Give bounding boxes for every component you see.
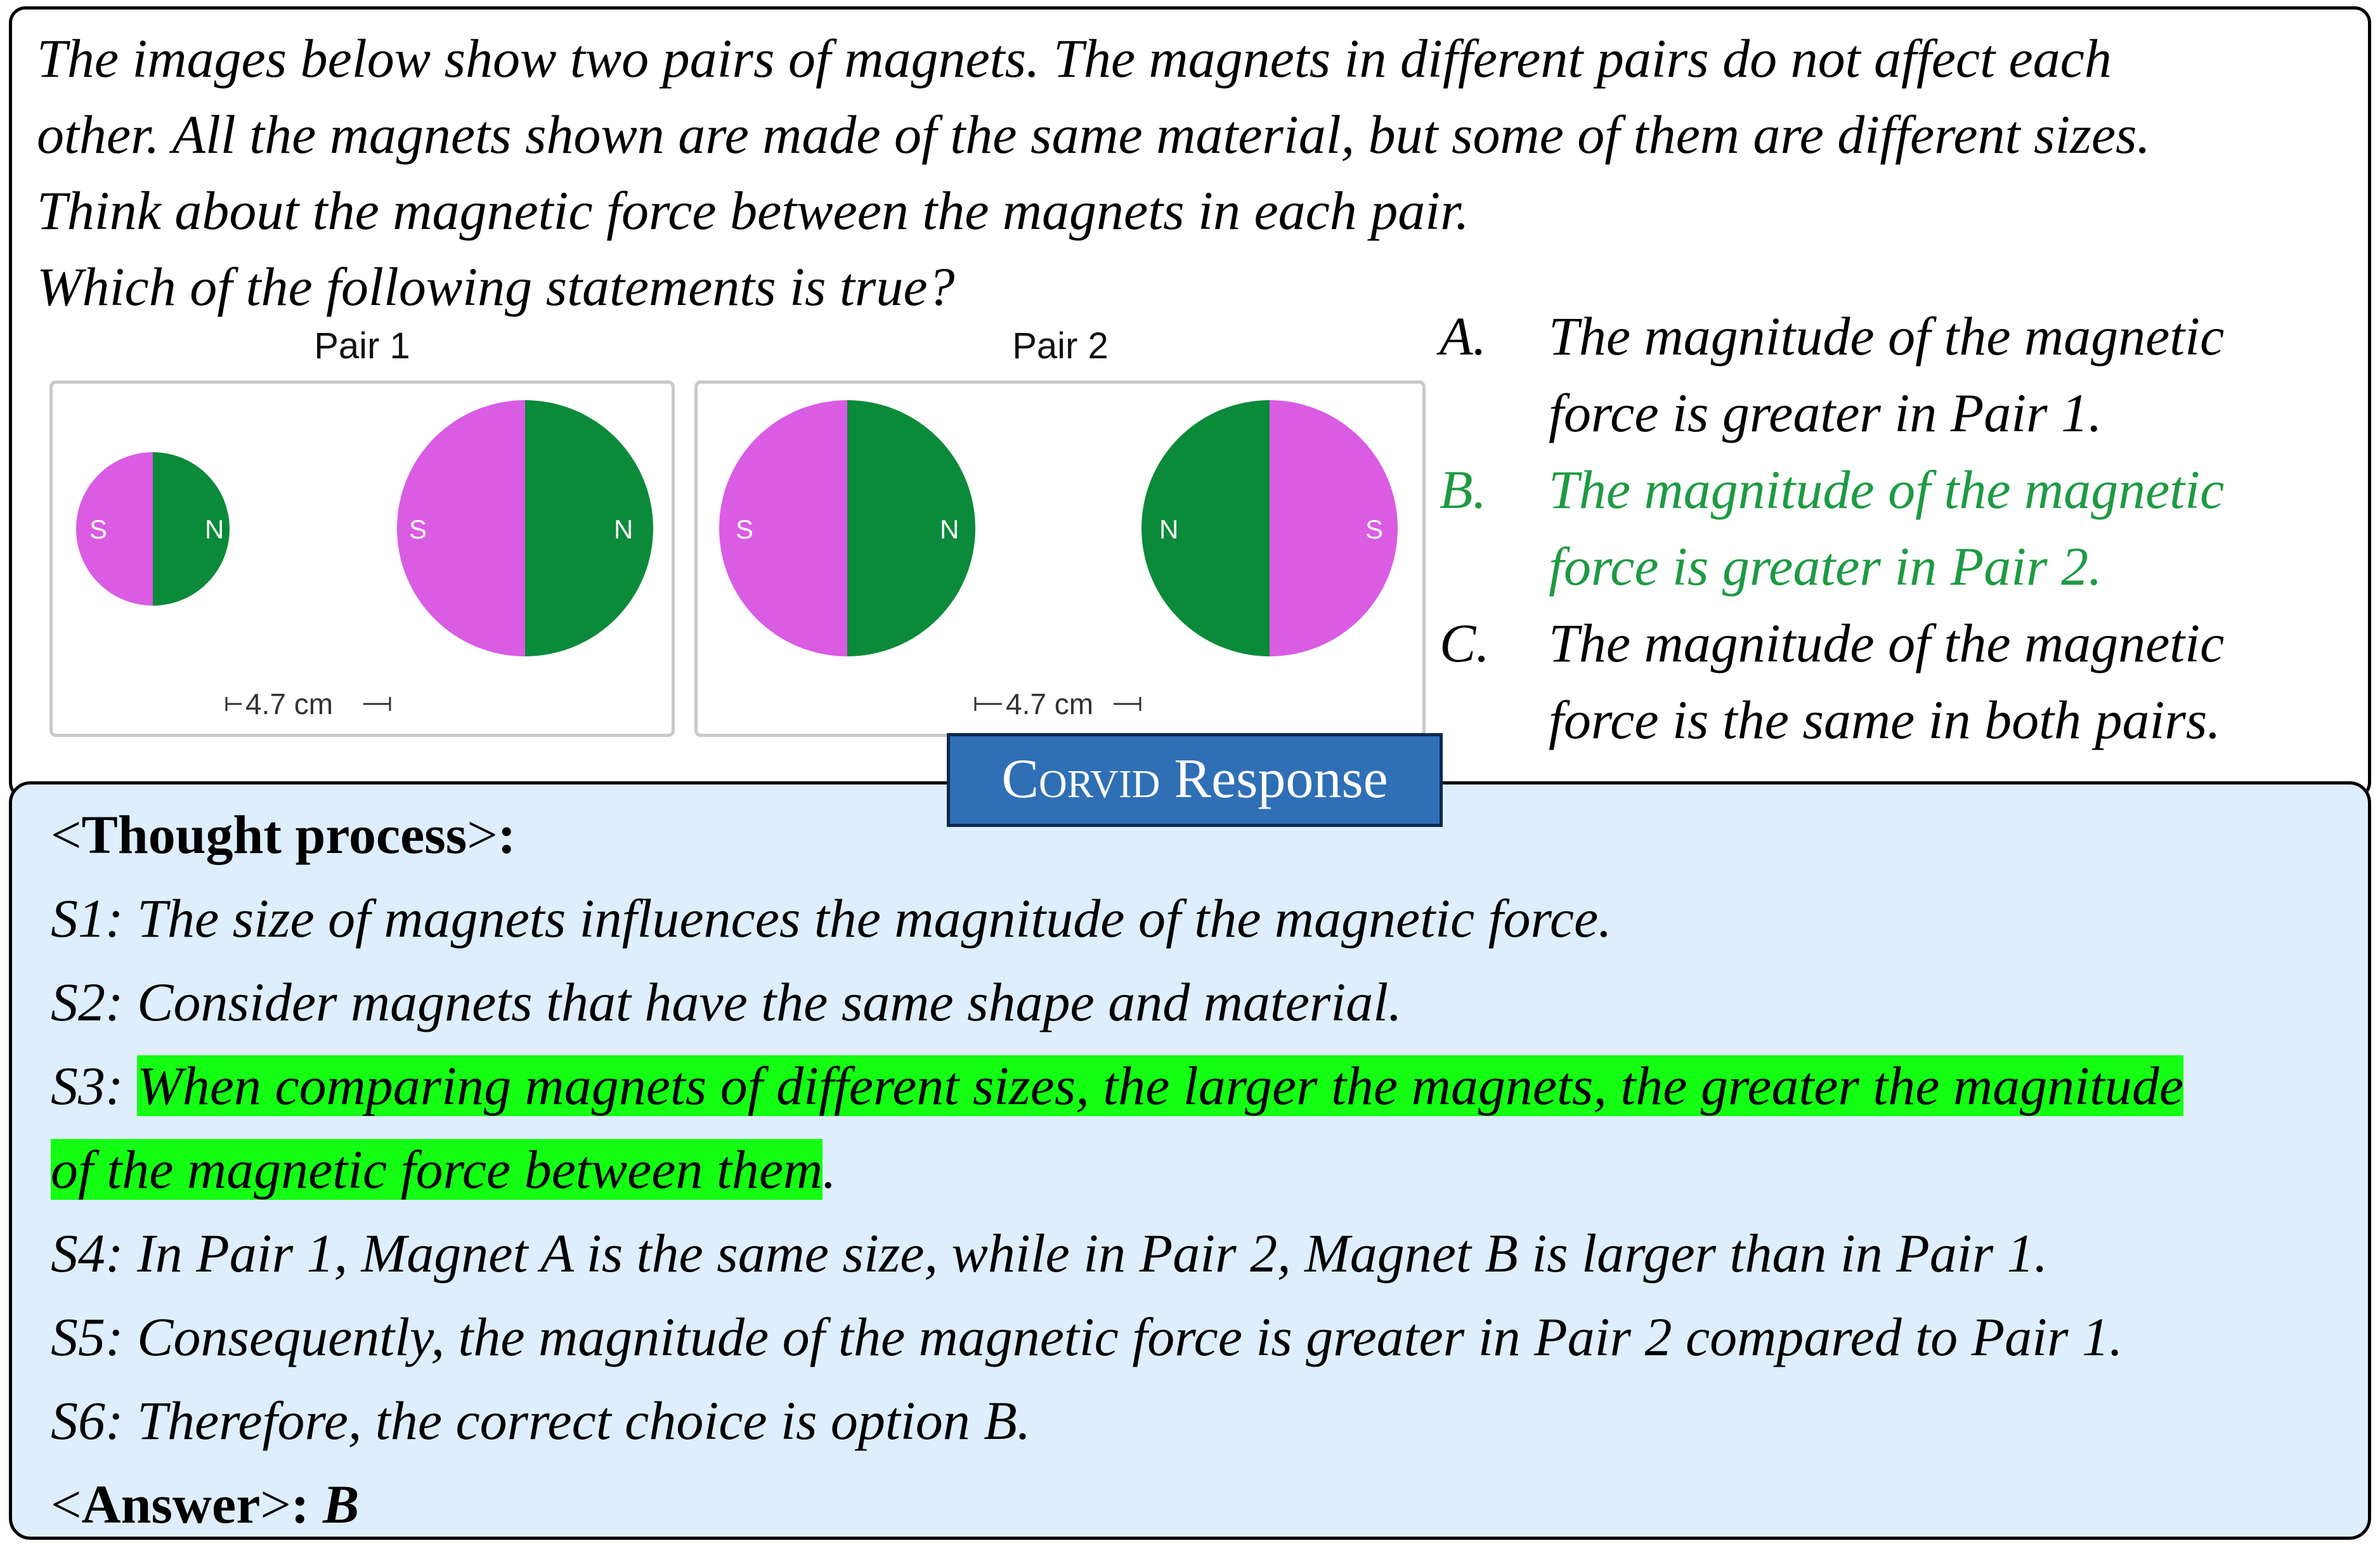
step-id: S6: bbox=[51, 1390, 124, 1451]
step-text: Consider magnets that have the same shap… bbox=[137, 972, 1402, 1032]
option-letter: B. bbox=[1440, 459, 1487, 520]
option-c: C. The magnitude of the magnetic force i… bbox=[1440, 605, 2353, 758]
step-text: . bbox=[823, 1139, 836, 1200]
pole-label: N bbox=[614, 514, 633, 544]
answer-line: <Answer>: B bbox=[51, 1474, 360, 1535]
step-s3: S3: When comparing magnets of different … bbox=[51, 1044, 2346, 1128]
pair1-magnet-left: S N bbox=[76, 452, 230, 606]
step-text: The size of magnets influences the magni… bbox=[137, 888, 1612, 949]
badge-label: Response bbox=[1174, 748, 1388, 810]
pair1-title: Pair 1 bbox=[314, 325, 410, 367]
step-id: S5: bbox=[51, 1306, 124, 1367]
step-s6: S6: Therefore, the correct choice is opt… bbox=[51, 1379, 2346, 1462]
pole-label: S bbox=[89, 514, 107, 544]
pole-label: S bbox=[736, 514, 753, 544]
option-text: The magnitude of the magnetic bbox=[1549, 459, 2225, 520]
pair1-magnet-right: S N bbox=[397, 400, 653, 656]
response-text: <Thought process>: S1: The size of magne… bbox=[51, 793, 2346, 1546]
south-pole-half bbox=[76, 452, 153, 606]
highlighted-text: of the magnetic force between them bbox=[51, 1139, 823, 1200]
option-text: force is greater in Pair 1. bbox=[1549, 382, 2102, 443]
badge-brand: Corvid bbox=[1001, 748, 1161, 810]
step-id: S2: bbox=[51, 972, 124, 1032]
pole-label: S bbox=[1365, 514, 1383, 544]
step-text: Therefore, the correct choice is option … bbox=[137, 1390, 1031, 1451]
pair2-figure: S N N S 4.7 cm bbox=[694, 381, 1426, 737]
option-text: The magnitude of the magnetic bbox=[1549, 306, 2225, 367]
highlighted-text: When comparing magnets of different size… bbox=[137, 1055, 2184, 1116]
pair1-figure: S N S N 4.7 cm bbox=[49, 381, 675, 737]
question-line: other. All the magnets shown are made of… bbox=[37, 104, 2150, 165]
distance-label: 4.7 cm bbox=[245, 687, 333, 720]
step-s1: S1: The size of magnets influences the m… bbox=[51, 876, 2346, 960]
pair2-title: Pair 2 bbox=[1012, 325, 1109, 367]
option-text: The magnitude of the magnetic bbox=[1549, 613, 2225, 673]
option-text: force is greater in Pair 2. bbox=[1549, 536, 2102, 597]
model-response-badge: Corvid Response bbox=[947, 733, 1443, 827]
north-pole-half bbox=[525, 400, 653, 656]
option-text: force is the same in both pairs. bbox=[1549, 689, 2221, 750]
step-text: In Pair 1, Magnet A is the same size, wh… bbox=[137, 1223, 2048, 1284]
distance-marker: 4.7 cm bbox=[225, 687, 391, 720]
answer-value: B bbox=[323, 1474, 360, 1535]
option-a: A. The magnitude of the magnetic force i… bbox=[1440, 298, 2353, 452]
step-s5: S5: Consequently, the magnitude of the m… bbox=[51, 1295, 2346, 1379]
step-id: S3: bbox=[51, 1055, 124, 1116]
question-line: Think about the magnetic force between t… bbox=[37, 180, 1469, 241]
step-id: S1: bbox=[51, 888, 124, 949]
pair1-diagram: S N S N 4.7 cm bbox=[76, 400, 653, 720]
pole-label: S bbox=[409, 514, 427, 544]
distance-label: 4.7 cm bbox=[1006, 687, 1093, 720]
step-text: Consequently, the magnitude of the magne… bbox=[137, 1306, 2123, 1367]
pair2-magnet-right: N S bbox=[1141, 400, 1398, 656]
pole-label: N bbox=[1159, 514, 1178, 544]
pole-label: N bbox=[940, 514, 959, 544]
pair2-diagram: S N N S 4.7 cm bbox=[719, 400, 1398, 720]
pole-label: N bbox=[205, 514, 224, 544]
pair2-magnet-left: S N bbox=[719, 400, 975, 656]
step-s2: S2: Consider magnets that have the same … bbox=[51, 960, 2346, 1044]
step-id: S4: bbox=[51, 1223, 124, 1284]
option-letter: A. bbox=[1440, 306, 1487, 367]
answer-options: A. The magnitude of the magnetic force i… bbox=[1440, 298, 2353, 758]
distance-marker: 4.7 cm bbox=[974, 687, 1141, 720]
step-s3-continued: of the magnetic force between them. bbox=[51, 1128, 2346, 1211]
option-letter: C. bbox=[1440, 613, 1490, 673]
question-text: The images below show two pairs of magne… bbox=[37, 20, 2345, 325]
answer-label: Answer bbox=[81, 1474, 261, 1535]
step-s4: S4: In Pair 1, Magnet A is the same size… bbox=[51, 1211, 2346, 1295]
option-b: B. The magnitude of the magnetic force i… bbox=[1440, 452, 2353, 605]
question-line: The images below show two pairs of magne… bbox=[37, 28, 2112, 89]
thought-label: Thought process bbox=[81, 804, 467, 865]
